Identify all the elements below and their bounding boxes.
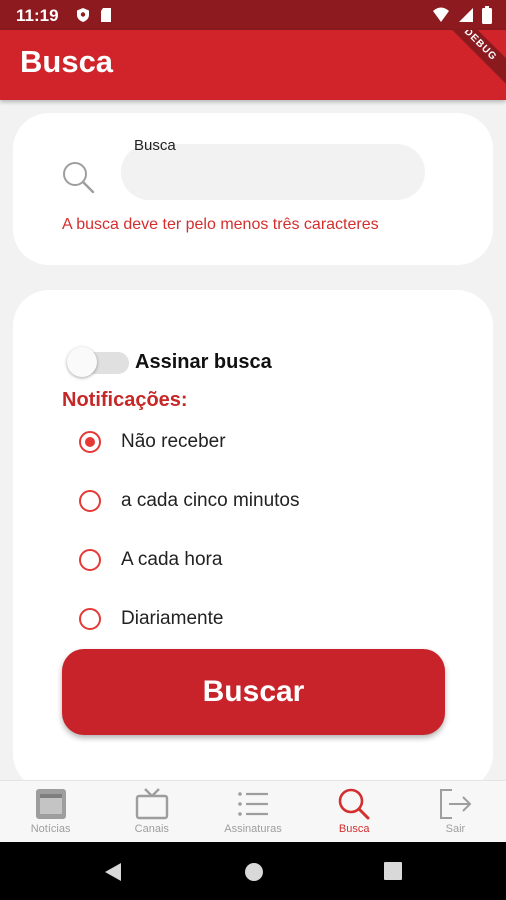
- radio-label: A cada hora: [121, 549, 223, 570]
- news-icon: [35, 789, 66, 819]
- sd-card-icon: [101, 8, 111, 22]
- nav-label: Sair: [445, 823, 466, 835]
- radio-option-nao-receber[interactable]: Não receber: [79, 422, 226, 462]
- radio-option-a-cada-hora[interactable]: A cada hora: [79, 540, 222, 580]
- radio-label: Não receber: [121, 431, 226, 452]
- system-navigation-bar: [0, 842, 506, 900]
- search-icon: [63, 162, 95, 194]
- bottom-navigation: Notícias Canais Assinaturas Busca Sair: [0, 780, 506, 842]
- radio-option-cinco-minutos[interactable]: a cada cinco minutos: [79, 481, 300, 521]
- subscription-card: Assinar busca Notificações: Não receber …: [13, 290, 493, 790]
- radio-button[interactable]: [79, 608, 101, 630]
- subscribe-toggle[interactable]: [67, 344, 131, 380]
- nav-item-busca[interactable]: Busca: [304, 781, 405, 842]
- notifications-heading: Notificações:: [62, 389, 188, 411]
- subscribe-label: Assinar busca: [135, 351, 272, 373]
- search-error-message: A busca deve ter pelo menos três caracte…: [62, 216, 379, 233]
- status-bar: 11:19: [0, 0, 506, 30]
- radio-label: a cada cinco minutos: [121, 490, 300, 511]
- nav-label: Notícias: [30, 823, 71, 835]
- radio-button-checked[interactable]: [79, 431, 101, 453]
- nav-label: Busca: [338, 823, 370, 835]
- list-icon: [238, 792, 268, 816]
- radio-button[interactable]: [79, 490, 101, 512]
- page-title: Busca: [20, 44, 114, 79]
- nav-item-noticias[interactable]: Notícias: [0, 781, 101, 842]
- signal-icon: [459, 8, 473, 22]
- nav-item-canais[interactable]: Canais: [101, 781, 202, 842]
- search-field-label: Busca: [134, 137, 176, 154]
- search-card: Busca A busca deve ter pelo menos três c…: [13, 113, 493, 265]
- battery-icon: [482, 6, 492, 24]
- nav-item-sair[interactable]: Sair: [405, 781, 506, 842]
- tv-icon: [135, 788, 168, 820]
- search-icon: [338, 788, 370, 820]
- shield-icon: [77, 8, 89, 22]
- back-icon[interactable]: [103, 862, 123, 882]
- nav-label: Assinaturas: [224, 823, 282, 835]
- radio-option-diariamente[interactable]: Diariamente: [79, 599, 223, 639]
- radio-button[interactable]: [79, 549, 101, 571]
- recents-icon[interactable]: [384, 862, 402, 880]
- logout-icon: [440, 789, 472, 819]
- debug-banner: DEBUG: [431, 30, 506, 94]
- nav-item-assinaturas[interactable]: Assinaturas: [202, 781, 303, 842]
- nav-label: Canais: [134, 823, 169, 835]
- wifi-icon: [433, 7, 449, 22]
- status-time: 11:19: [16, 6, 59, 25]
- home-icon[interactable]: [244, 862, 264, 882]
- radio-label: Diariamente: [121, 608, 224, 629]
- toggle-thumb: [67, 347, 97, 377]
- search-button[interactable]: Buscar: [62, 649, 445, 735]
- app-bar: Busca DEBUG: [0, 30, 506, 100]
